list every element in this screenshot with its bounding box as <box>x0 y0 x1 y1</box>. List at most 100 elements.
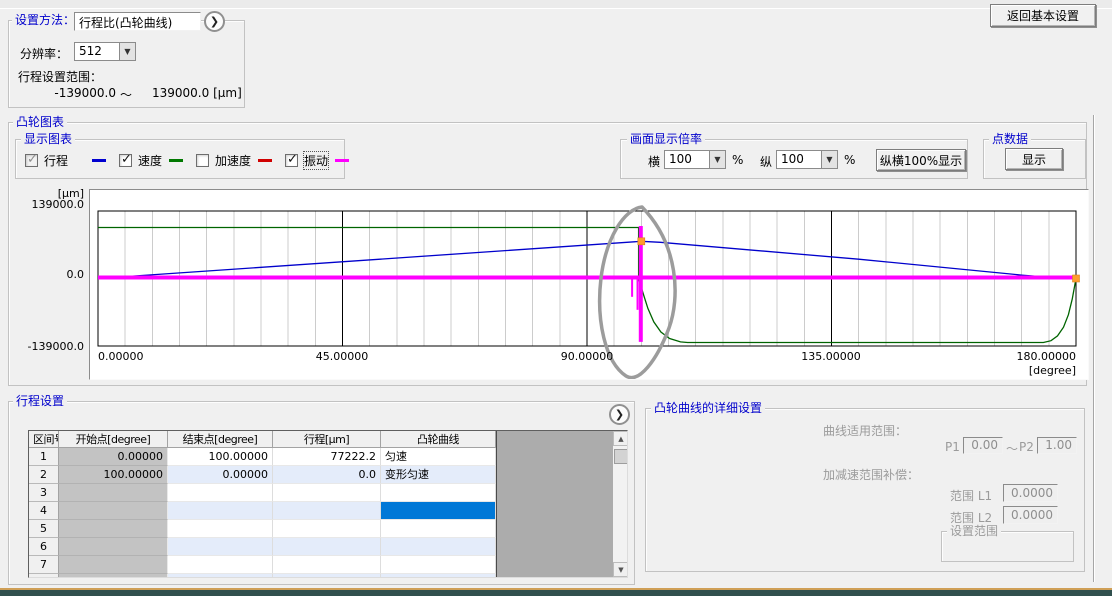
chevron-down-icon[interactable]: ▼ <box>119 42 136 61</box>
resolution-combobox[interactable]: 512 ▼ <box>74 42 136 61</box>
horizontal-zoom-unit: % <box>732 153 743 167</box>
x-axis-tick-90: 90.00000 <box>559 350 615 363</box>
legend-color-dash-velocity <box>169 159 183 162</box>
table-cell[interactable] <box>59 502 168 520</box>
range-l2-field[interactable]: 0.0000 <box>1003 506 1058 524</box>
table-cell[interactable] <box>273 484 381 502</box>
column-header-4: 凸轮曲线 <box>381 431 496 448</box>
table-cell[interactable]: 100.00000 <box>168 448 273 466</box>
table-cell[interactable] <box>168 484 273 502</box>
table-cell[interactable]: 8 <box>29 574 59 578</box>
table-cell[interactable] <box>59 538 168 556</box>
table-cell[interactable]: 1 <box>29 448 59 466</box>
stroke-range-min: -139000.0 <box>40 86 116 100</box>
chevron-down-icon[interactable]: ▼ <box>821 150 838 169</box>
legend-label-acceleration: 加速度 <box>215 152 251 169</box>
legend-color-dash-acceleration <box>258 159 272 162</box>
x-axis-tick-0: 0.00000 <box>98 350 144 363</box>
y-axis-tick-min: -139000.0 <box>4 340 84 353</box>
point-data-show-button[interactable]: 显示 <box>1005 148 1063 170</box>
table-cell[interactable]: 0.00000 <box>168 466 273 484</box>
table-cell[interactable] <box>273 502 381 520</box>
p2-label: P2 <box>1019 440 1034 454</box>
table-cell[interactable]: 77222.2 <box>273 448 381 466</box>
curve-applicable-range-label: 曲线适用范围： <box>823 422 907 439</box>
table-cell[interactable] <box>59 556 168 574</box>
y-axis-tick-max: 139000.0 <box>4 198 84 211</box>
back-to-basic-settings-button[interactable]: 返回基本设置 <box>990 4 1096 27</box>
table-cell[interactable]: 5 <box>29 520 59 538</box>
table-cell[interactable] <box>168 520 273 538</box>
horizontal-zoom-combobox[interactable]: 100 ▼ <box>664 150 726 169</box>
table-cell[interactable] <box>381 484 496 502</box>
table-cell[interactable] <box>59 520 168 538</box>
table-cell[interactable]: 2 <box>29 466 59 484</box>
table-filler-area <box>496 431 613 577</box>
table-cell[interactable]: 3 <box>29 484 59 502</box>
table-cell[interactable] <box>273 520 381 538</box>
table-cell[interactable]: 6 <box>29 538 59 556</box>
stroke-settings-group-label: 行程设置 <box>13 394 67 408</box>
x-axis-tick-135: 135.00000 <box>799 350 863 363</box>
table-cell[interactable]: 匀速 <box>381 448 496 466</box>
horizontal-zoom-label: 横 <box>648 153 660 170</box>
range-l1-field[interactable]: 0.0000 <box>1003 484 1058 502</box>
table-cell[interactable] <box>381 556 496 574</box>
table-cell[interactable] <box>273 538 381 556</box>
legend-checkbox-acceleration[interactable] <box>196 154 209 167</box>
table-cell[interactable] <box>381 538 496 556</box>
method-value-field[interactable]: 行程比(凸轮曲线) <box>74 12 201 31</box>
table-cell[interactable] <box>59 484 168 502</box>
x-axis-unit-label: [degree] <box>1006 364 1076 377</box>
table-cell[interactable]: 0.00000 <box>59 448 168 466</box>
stroke-range-label: 行程设置范围： <box>18 68 102 85</box>
stroke-settings-table[interactable]: 区间号开始点[degree]结束点[degree]行程[μm]凸轮曲线10.00… <box>28 430 628 578</box>
table-cell[interactable]: 7 <box>29 556 59 574</box>
horizontal-zoom-value: 100 <box>664 150 709 169</box>
table-vertical-scrollbar[interactable]: ▲ ▼ <box>613 431 628 577</box>
table-cell[interactable]: 变形匀速 <box>381 466 496 484</box>
resolution-value: 512 <box>74 42 119 61</box>
scrollbar-thumb[interactable] <box>614 449 628 464</box>
point-marker-0 <box>638 238 645 245</box>
vertical-zoom-combobox[interactable]: 100 ▼ <box>776 150 838 169</box>
table-cell[interactable] <box>168 574 273 578</box>
table-cell[interactable]: 0.0 <box>273 466 381 484</box>
cam-chart-group-label: 凸轮图表 <box>13 115 67 129</box>
method-expand-button[interactable]: ❯ <box>204 11 225 32</box>
legend-checkbox-velocity[interactable] <box>119 154 132 167</box>
chevron-down-icon[interactable]: ▼ <box>709 150 726 169</box>
table-cell[interactable] <box>381 520 496 538</box>
p1-field[interactable]: 0.00 <box>963 437 1003 454</box>
stroke-range-tilde: ～ <box>120 86 132 103</box>
table-cell[interactable] <box>168 502 273 520</box>
legend-color-dash-stroke <box>92 159 106 162</box>
table-cell[interactable] <box>59 574 168 578</box>
range-l1-label: 范围 L1 <box>950 487 992 504</box>
table-cell[interactable] <box>273 574 381 578</box>
curve-detail-group-label: 凸轮曲线的详细设置 <box>651 401 765 415</box>
legend-label-vibration: 振动 <box>304 152 328 169</box>
legend-item-velocity: 速度 <box>119 152 183 169</box>
legend-checkbox-stroke[interactable] <box>25 154 38 167</box>
table-cell[interactable] <box>168 538 273 556</box>
p2-field[interactable]: 1.00 <box>1037 437 1077 454</box>
fit-100-percent-button[interactable]: 纵横100%显示 <box>876 149 966 171</box>
legend-item-stroke: 行程 <box>25 152 106 169</box>
table-cell[interactable] <box>273 556 381 574</box>
accel-range-comp-label: 加减速范围补偿： <box>823 466 919 483</box>
table-cell[interactable] <box>381 502 496 520</box>
table-cell[interactable]: 4 <box>29 502 59 520</box>
cam-data-setting-window: 返回基本设置 设置方法： 行程比(凸轮曲线) ❯ 分辨率： 512 ▼ 行程设置… <box>0 0 1112 596</box>
top-highlight-line <box>0 8 1112 9</box>
table-cell[interactable]: 100.00000 <box>59 466 168 484</box>
scroll-down-icon[interactable]: ▼ <box>613 562 628 577</box>
table-cell[interactable] <box>168 556 273 574</box>
x-axis-tick-180: 180.00000 <box>1006 350 1076 363</box>
scroll-up-icon[interactable]: ▲ <box>613 431 628 446</box>
point-marker-1 <box>1073 275 1080 282</box>
legend-checkbox-vibration[interactable] <box>285 154 298 167</box>
table-expand-button[interactable]: ❯ <box>609 404 630 425</box>
stroke-range-max: 139000.0 [μm] <box>152 86 242 100</box>
table-cell[interactable] <box>381 574 496 578</box>
